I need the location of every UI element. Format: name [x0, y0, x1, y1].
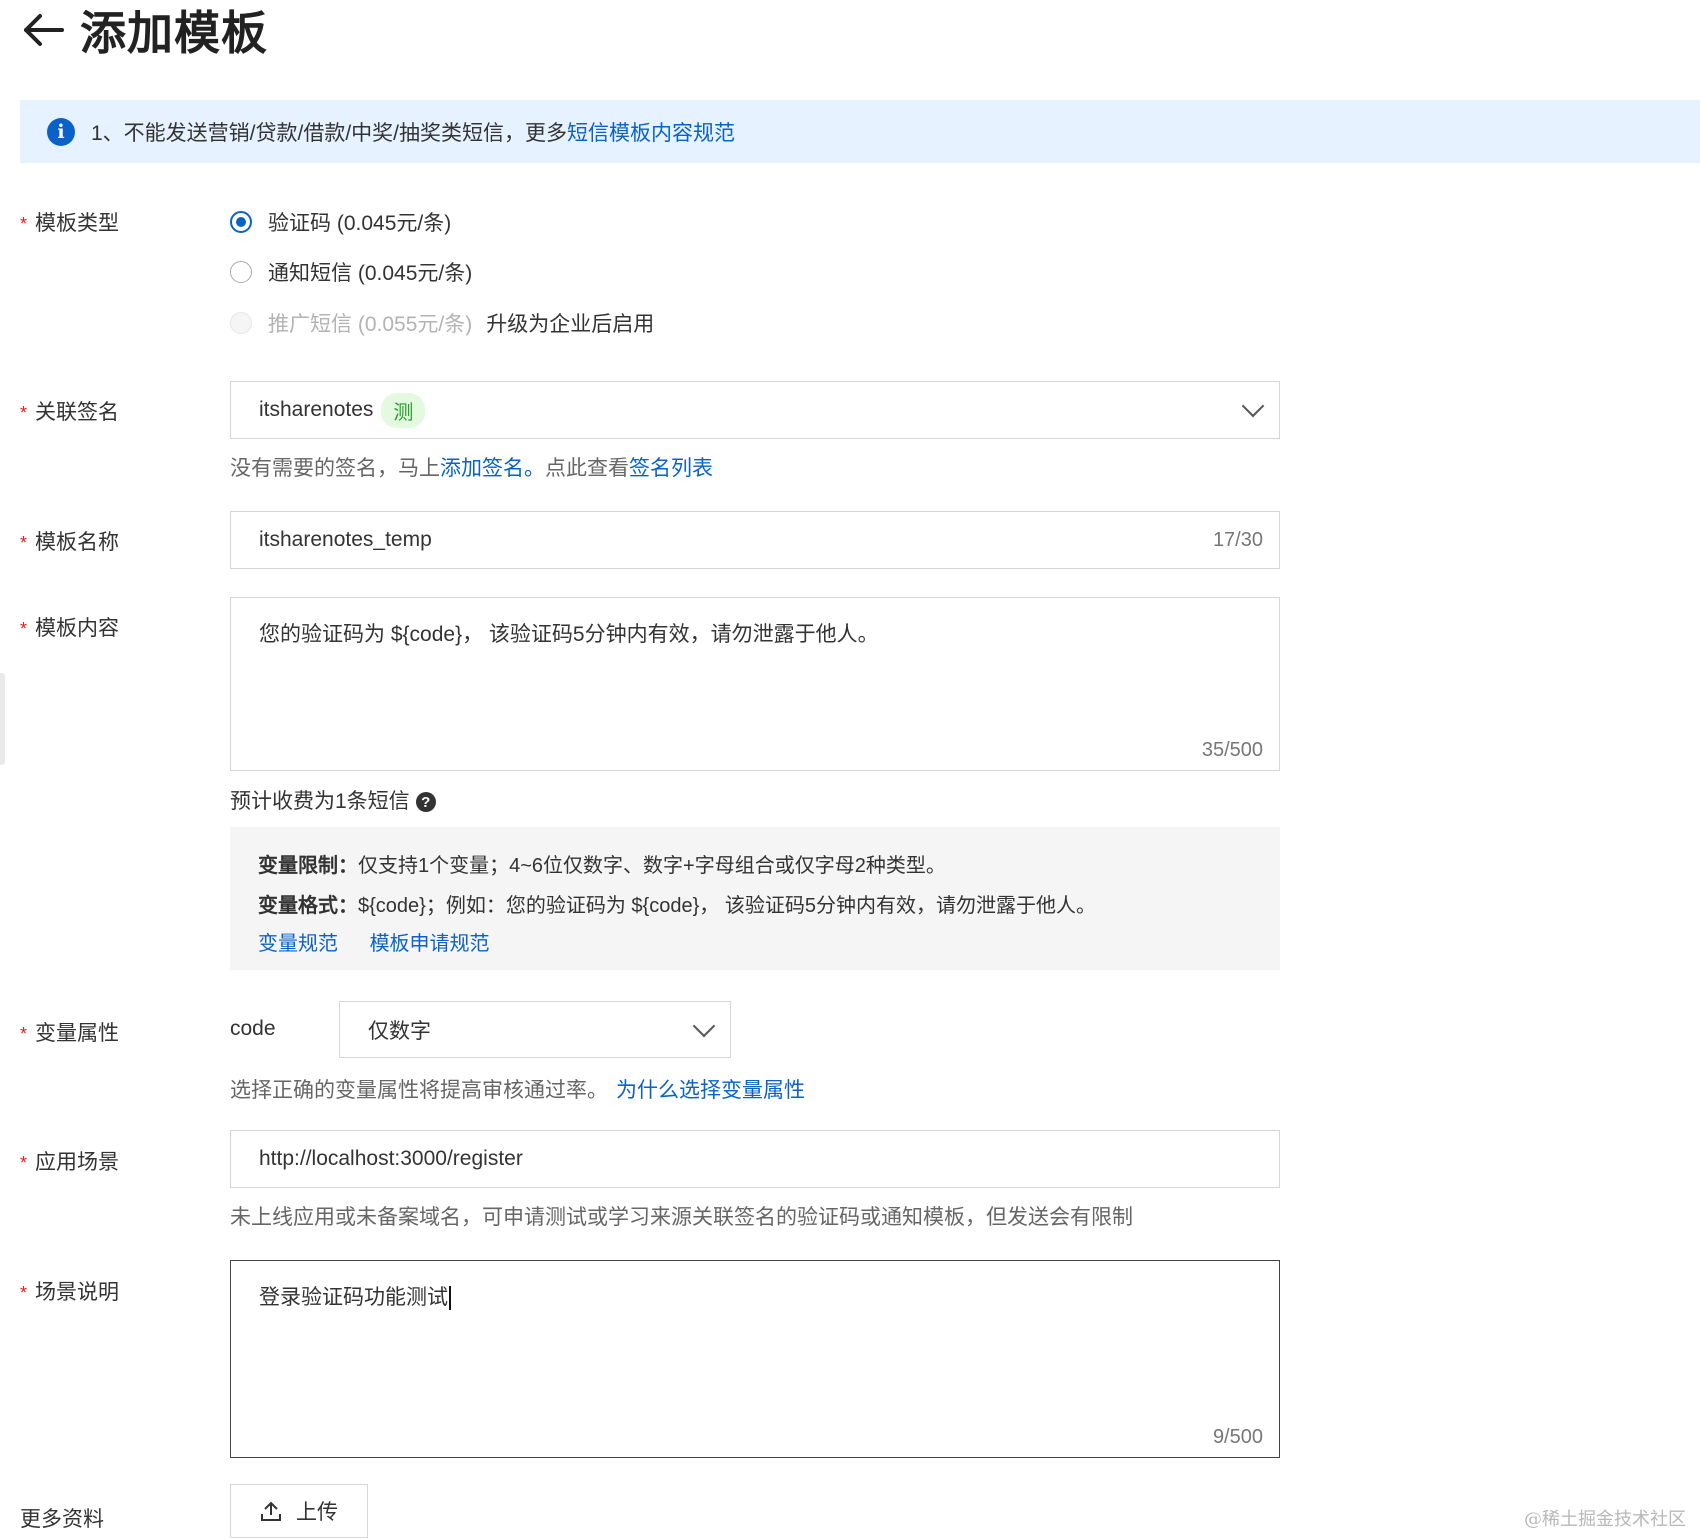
scenario-desc-value-wrap: 登录验证码功能测试	[259, 1281, 451, 1311]
radio-label: 通知短信 (0.045元/条)	[268, 262, 473, 285]
variable-format-line: 变量格式：${code}；例如：您的验证码为 ${code}， 该验证码5分钟内…	[258, 895, 1096, 917]
required-mark: *	[20, 403, 28, 423]
signature-label: * 关联签名	[20, 401, 120, 424]
radio-disabled-icon	[230, 312, 252, 334]
variable-links: 变量规范 模板申请规范	[258, 927, 490, 956]
required-mark: *	[20, 533, 28, 553]
upgrade-note: 升级为企业后启用	[486, 313, 655, 336]
variable-name: code	[230, 1017, 276, 1040]
scenario-desc-label: * 场景说明	[20, 1281, 120, 1304]
upload-label: 上传	[296, 1501, 338, 1524]
char-counter: 9/500	[1212, 1426, 1263, 1448]
why-variable-attr-link[interactable]: 为什么选择变量属性	[616, 1079, 805, 1102]
signature-help: 没有需要的签名，马上添加签名。点此查看签名列表	[230, 457, 713, 480]
chevron-down-icon	[692, 1014, 716, 1037]
scenario-desc-value: 登录验证码功能测试	[259, 1286, 448, 1309]
variable-limit-line: 变量限制：仅支持1个变量；4~6位仅数字、数字+字母组合或仅字母2种类型。	[258, 855, 946, 877]
scenario-input[interactable]: http://localhost:3000/register	[230, 1130, 1280, 1188]
template-name-value: itsharenotes_temp	[259, 528, 432, 551]
template-content-value: 您的验证码为 ${code}， 该验证码5分钟内有效，请勿泄露于他人。	[259, 623, 879, 646]
char-counter: 17/30	[1212, 528, 1263, 551]
radio-unchecked-icon[interactable]	[230, 261, 252, 283]
template-name-label: * 模板名称	[20, 531, 120, 554]
radio-option-notification[interactable]: 通知短信 (0.045元/条)	[230, 257, 472, 287]
char-counter: 35/500	[1201, 739, 1263, 761]
radio-option-verification-code[interactable]: 验证码 (0.045元/条)	[230, 207, 451, 237]
required-mark: *	[20, 1024, 28, 1044]
page-title: 添加模板	[80, 7, 268, 59]
template-type-label: * 模板类型	[20, 212, 120, 235]
upload-button[interactable]: 上传	[230, 1484, 368, 1538]
signature-list-link[interactable]: 签名列表	[629, 457, 713, 480]
radio-label: 验证码 (0.045元/条)	[268, 212, 452, 235]
watermark: @稀土掘金技术社区	[1524, 1509, 1686, 1530]
upload-icon	[260, 1500, 282, 1522]
page-header: 添加模板	[20, 0, 268, 60]
template-rules-link[interactable]: 模板申请规范	[370, 933, 490, 955]
text-caret	[449, 1286, 451, 1311]
scenario-label: * 应用场景	[20, 1151, 120, 1174]
radio-label: 推广短信 (0.055元/条)	[268, 313, 473, 336]
variable-attr-label: * 变量属性	[20, 1022, 120, 1045]
variable-rules-link[interactable]: 变量规范	[258, 933, 338, 955]
template-content-textarea[interactable]: 您的验证码为 ${code}， 该验证码5分钟内有效，请勿泄露于他人。 35/5…	[230, 597, 1280, 771]
variable-type-value: 仅数字	[368, 1019, 431, 1043]
required-mark: *	[20, 1153, 28, 1173]
question-icon[interactable]: ?	[415, 792, 436, 813]
more-docs-label: 更多资料	[20, 1508, 104, 1531]
notice-rules-link[interactable]: 短信模板内容规范	[567, 117, 735, 147]
back-arrow-icon[interactable]	[20, 7, 66, 53]
radio-option-promotion: 推广短信 (0.055元/条) 升级为企业后启用	[230, 308, 654, 338]
scenario-desc-textarea[interactable]: 登录验证码功能测试 9/500	[230, 1260, 1280, 1458]
required-mark: *	[20, 1283, 28, 1303]
template-name-input[interactable]: itsharenotes_temp 17/30	[230, 511, 1280, 569]
variable-attr-help: 选择正确的变量属性将提高审核通过率。 为什么选择变量属性	[230, 1079, 805, 1102]
scenario-value: http://localhost:3000/register	[259, 1147, 523, 1170]
signature-value: itsharenotes	[259, 398, 374, 421]
variable-info-panel: 变量限制：仅支持1个变量；4~6位仅数字、数字+字母组合或仅字母2种类型。 变量…	[230, 827, 1280, 970]
radio-checked-icon[interactable]	[230, 211, 252, 233]
notice-text: 1、不能发送营销/贷款/借款/中奖/抽奖类短信，更多	[91, 121, 568, 145]
notice-banner: i 1、不能发送营销/贷款/借款/中奖/抽奖类短信，更多 短信模板内容规范	[20, 100, 1700, 163]
template-content-label: * 模板内容	[20, 617, 120, 640]
chevron-down-icon	[1241, 394, 1265, 418]
add-signature-link[interactable]: 添加签名。	[440, 457, 545, 480]
signature-select[interactable]: itsharenotes 测	[230, 381, 1280, 439]
info-icon: i	[47, 117, 75, 146]
required-mark: *	[20, 214, 28, 234]
scenario-help: 未上线应用或未备案域名，可申请测试或学习来源关联签名的验证码或通知模板，但发送会…	[230, 1206, 1133, 1229]
side-edge-tab[interactable]	[0, 673, 5, 765]
required-mark: *	[20, 619, 28, 639]
test-tag: 测	[381, 392, 426, 428]
variable-type-select[interactable]: 仅数字	[339, 1001, 731, 1058]
fee-note: 预计收费为1条短信?	[230, 785, 436, 815]
